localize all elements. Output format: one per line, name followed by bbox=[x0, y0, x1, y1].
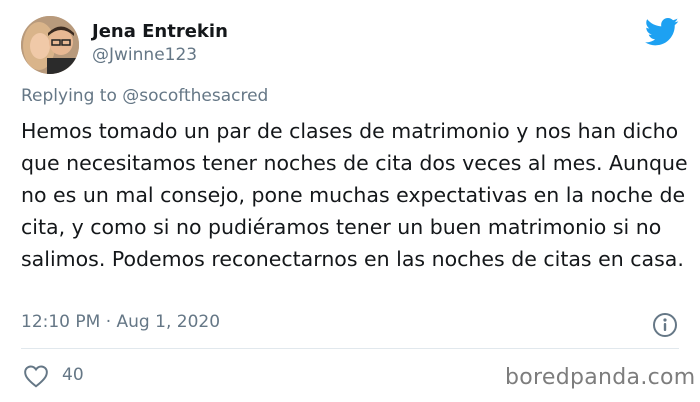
watermark: boredpanda.com bbox=[505, 365, 696, 390]
tweet-text: Hemos tomado un par de clases de matrimo… bbox=[21, 119, 688, 271]
reply-mention-link[interactable]: @socofthesacred bbox=[122, 86, 268, 106]
twitter-bird-icon[interactable] bbox=[644, 17, 679, 47]
like-count: 40 bbox=[62, 365, 84, 385]
tweet-timestamp[interactable]: 12:10 PM · Aug 1, 2020 bbox=[21, 312, 220, 332]
avatar[interactable] bbox=[21, 16, 79, 74]
author-handle[interactable]: @Jwinne123 bbox=[92, 45, 197, 65]
replying-to-label: Replying to bbox=[21, 86, 123, 106]
author-display-name[interactable]: Jena Entrekin bbox=[92, 21, 228, 42]
info-icon[interactable] bbox=[652, 312, 678, 338]
heart-icon[interactable] bbox=[23, 364, 49, 388]
replying-to: Replying to @socofthesacred bbox=[21, 86, 268, 106]
divider bbox=[21, 348, 679, 349]
